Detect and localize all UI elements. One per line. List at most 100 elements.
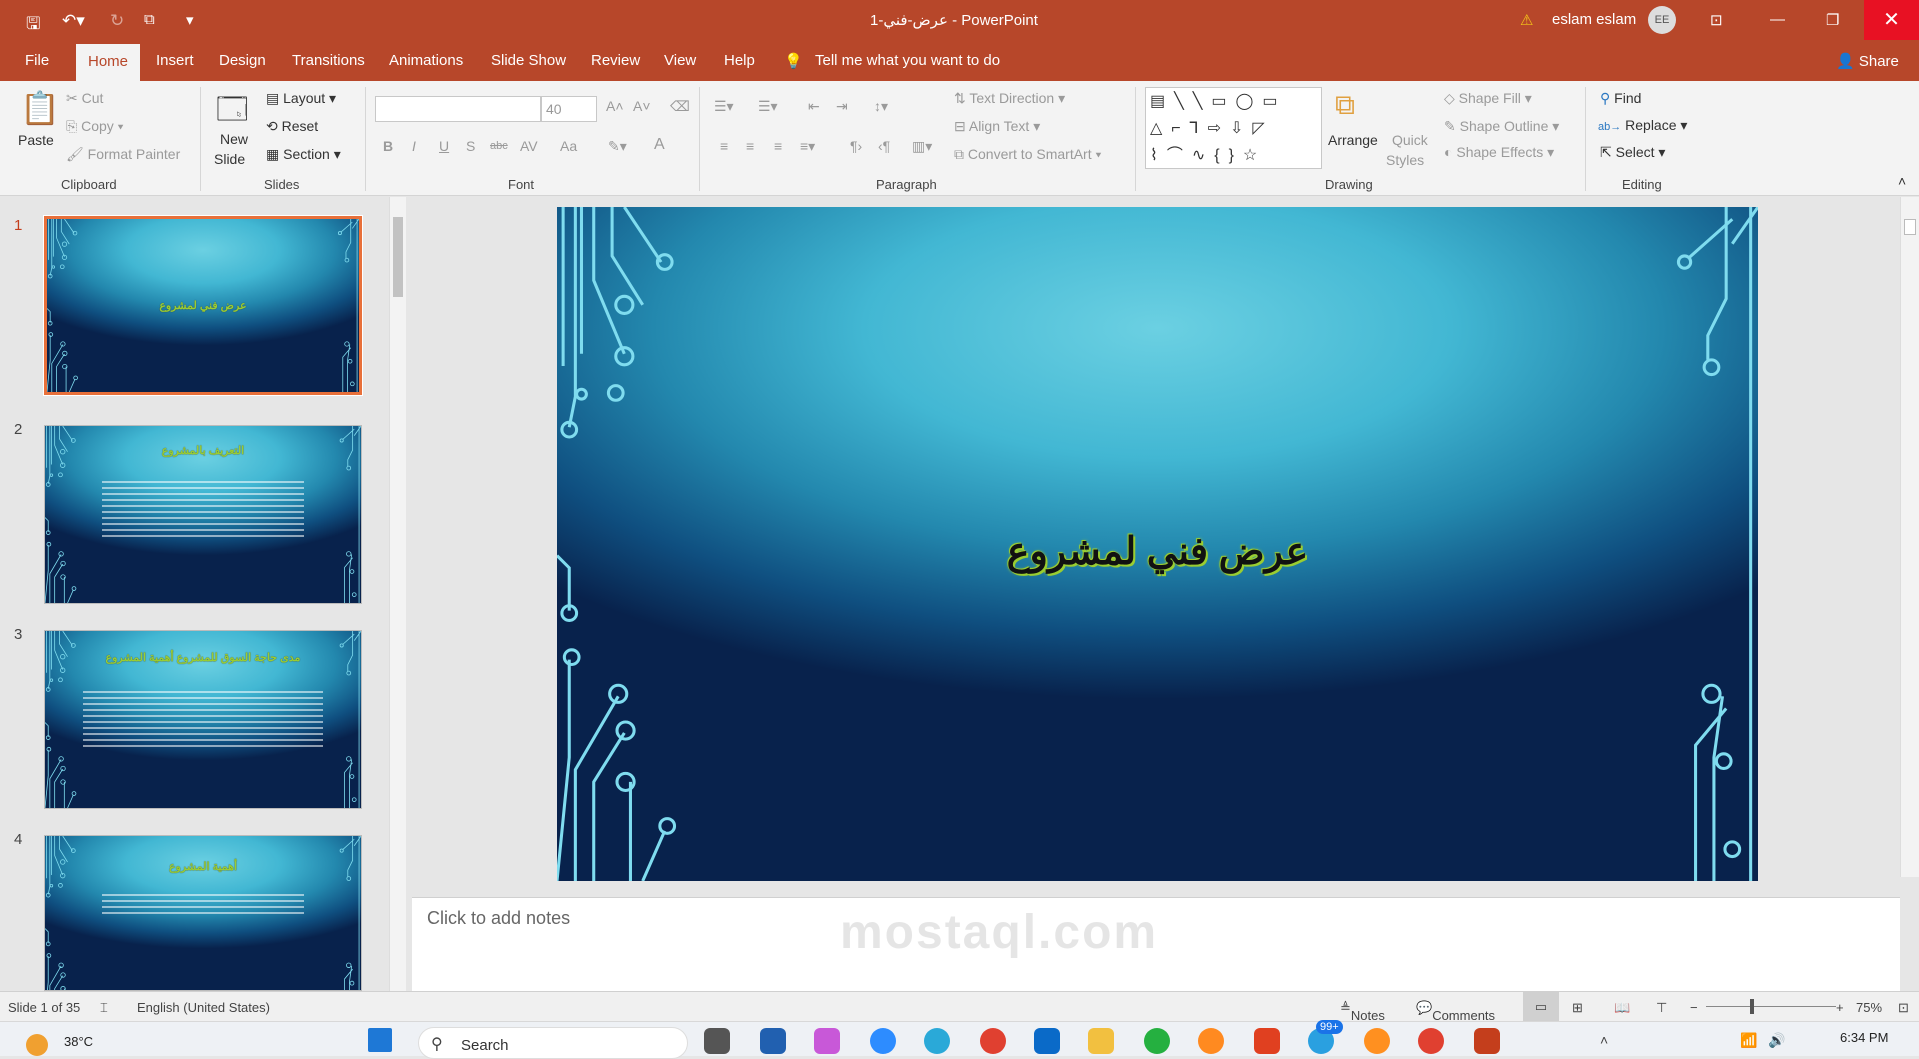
collapse-ribbon-icon[interactable]: ˄ <box>1898 173 1906 189</box>
weather-icon[interactable] <box>26 1034 48 1056</box>
tab-review[interactable]: Review <box>591 52 640 69</box>
fit-to-window-icon[interactable]: ⊡ <box>1898 1000 1909 1016</box>
notes-placeholder[interactable]: Click to add notes <box>427 908 570 929</box>
undo-icon[interactable]: ↶▾ <box>62 11 85 31</box>
replace-button[interactable]: ab→ Replace ▾ <box>1598 117 1687 134</box>
zoom-level[interactable]: 75% <box>1856 1000 1882 1015</box>
shape-outline-button[interactable]: ✎ Shape Outline ▾ <box>1444 118 1559 135</box>
columns-icon[interactable]: ▥▾ <box>912 138 932 155</box>
wifi-icon[interactable]: 📶 <box>1740 1032 1757 1049</box>
minimize-icon[interactable]: — <box>1770 11 1785 28</box>
convert-smartart-button[interactable]: ⧉ Convert to SmartArt ▾ <box>954 146 1101 163</box>
zoom-in-button[interactable]: + <box>1836 1000 1844 1015</box>
rtl-icon[interactable]: ‹¶ <box>878 138 890 154</box>
shapes-gallery[interactable]: ▤╲╲▭◯▭ △⌐⅂⇨⇩◸ ⌇⌒∿{}☆ <box>1145 87 1322 169</box>
section-button[interactable]: ▦ Section ▾ <box>266 146 341 163</box>
outlook-icon[interactable] <box>1034 1028 1060 1054</box>
character-spacing-button[interactable]: AV <box>520 138 538 154</box>
align-center-icon[interactable]: ≡ <box>746 138 754 154</box>
powerpoint-icon[interactable] <box>1474 1028 1500 1054</box>
start-from-beginning-icon[interactable]: ⧉ <box>144 11 155 28</box>
select-button[interactable]: ⇱ Select ▾ <box>1600 144 1665 161</box>
quick-styles-button[interactable]: Quick <box>1392 132 1428 148</box>
tab-slide-show[interactable]: Slide Show <box>491 52 566 69</box>
tab-view[interactable]: View <box>664 52 696 69</box>
font-size-input[interactable]: 40 <box>541 96 597 122</box>
find-button[interactable]: ⚲ Find <box>1600 90 1641 107</box>
tab-file[interactable]: File <box>25 52 49 69</box>
scrollbar-thumb[interactable] <box>1904 219 1916 235</box>
slide-title[interactable]: عرض فني لمشروع <box>557 529 1758 574</box>
share-button[interactable]: 👤 Share <box>1836 52 1899 70</box>
text-direction-button[interactable]: ⇅ Text Direction ▾ <box>954 90 1065 107</box>
tab-insert[interactable]: Insert <box>156 52 194 69</box>
tab-help[interactable]: Help <box>724 52 755 69</box>
shape-effects-button[interactable]: ◐ Shape Effects ▾ <box>1444 144 1554 161</box>
italic-button[interactable]: I <box>412 138 416 154</box>
avatar[interactable]: EE <box>1648 6 1676 34</box>
ltr-icon[interactable]: ¶› <box>850 138 862 154</box>
justify-icon[interactable]: ≡▾ <box>800 138 815 155</box>
cut-button[interactable]: ✂ Cut <box>66 90 103 107</box>
taskbar-search[interactable]: ⚲ Search <box>418 1027 688 1059</box>
decrease-font-icon[interactable]: A˅ <box>633 98 651 114</box>
store-icon[interactable] <box>760 1028 786 1054</box>
zoom-slider-thumb[interactable] <box>1750 999 1754 1014</box>
slide-thumbnail-3[interactable]: مدى حاجة السوق للمشروع أهمية المشروع <box>44 630 362 809</box>
user-name[interactable]: eslam eslam <box>1552 11 1636 28</box>
normal-view-button[interactable]: ▭ <box>1523 992 1559 1021</box>
arrange-button[interactable]: Arrange <box>1328 132 1378 148</box>
brave-icon[interactable] <box>1254 1028 1280 1054</box>
spell-check-icon[interactable]: ⌶ <box>100 1000 108 1016</box>
windows-start-icon[interactable] <box>368 1028 392 1052</box>
highlight-icon[interactable]: ✎▾ <box>608 138 627 155</box>
format-painter-button[interactable]: 🖌 Format Painter <box>66 146 180 163</box>
slide-scrollbar[interactable] <box>1900 197 1919 877</box>
show-hidden-icons[interactable]: ˄ <box>1600 1032 1608 1048</box>
firefox-icon[interactable] <box>1198 1028 1224 1054</box>
arrange-icon[interactable]: ⧉ <box>1335 89 1355 122</box>
align-text-button[interactable]: ⊟ Align Text ▾ <box>954 118 1040 135</box>
slide-sorter-button[interactable]: ⊞ <box>1572 1000 1583 1016</box>
bold-button[interactable]: B <box>383 138 393 154</box>
redo-icon[interactable]: ↻ <box>110 11 124 31</box>
numbering-icon[interactable]: ☰▾ <box>758 98 778 115</box>
font-color-button[interactable]: A <box>654 136 665 154</box>
save-icon[interactable]: 🖫 <box>26 11 40 40</box>
copilot-icon[interactable] <box>814 1028 840 1054</box>
align-left-icon[interactable]: ≡ <box>720 138 728 154</box>
volume-icon[interactable]: 🔊 <box>1768 1032 1785 1049</box>
reset-button[interactable]: ⟲ Reset <box>266 118 318 135</box>
tab-design[interactable]: Design <box>219 52 266 69</box>
tab-transitions[interactable]: Transitions <box>292 52 365 69</box>
align-right-icon[interactable]: ≡ <box>774 138 782 154</box>
file-explorer-icon[interactable] <box>1088 1028 1114 1054</box>
whatsapp-icon[interactable] <box>1144 1028 1170 1054</box>
slide-show-button[interactable]: ⊤ <box>1656 1000 1667 1016</box>
slide-thumbnail-4[interactable]: أهمية المشروع <box>44 835 362 991</box>
layout-button[interactable]: ▤ Layout ▾ <box>266 90 336 107</box>
tab-animations[interactable]: Animations <box>389 52 463 69</box>
weather-temp[interactable]: 38°C <box>64 1034 93 1049</box>
line-spacing-icon[interactable]: ↕▾ <box>874 98 888 115</box>
zoom-out-button[interactable]: − <box>1690 1000 1698 1015</box>
firefox-dev-icon[interactable] <box>1364 1028 1390 1054</box>
new-slide-dropdown[interactable]: Slide <box>214 151 245 167</box>
language[interactable]: English (United States) <box>137 1000 270 1015</box>
copy-button[interactable]: ⎘ Copy ▾ <box>66 118 124 135</box>
task-view-icon[interactable] <box>704 1028 730 1054</box>
chrome-icon[interactable] <box>980 1028 1006 1054</box>
quick-styles-dropdown[interactable]: Styles <box>1386 152 1424 168</box>
strikethrough-button[interactable]: abc <box>490 140 508 152</box>
slide-thumbnail-2[interactable]: التعريف بالمشروع <box>44 425 362 604</box>
decrease-indent-icon[interactable]: ⇤ <box>808 98 820 115</box>
paste-button[interactable]: Paste <box>18 132 54 148</box>
slide-thumbnail-1[interactable]: عرض فني لمشروع <box>43 215 363 396</box>
new-slide-button[interactable]: New <box>220 131 248 147</box>
thumbnails-scrollbar[interactable] <box>389 197 406 991</box>
paste-icon[interactable]: 📋 <box>20 89 60 127</box>
zoom-app-icon[interactable] <box>870 1028 896 1054</box>
underline-button[interactable]: U <box>439 138 449 154</box>
shadow-button[interactable]: S <box>466 138 475 154</box>
increase-indent-icon[interactable]: ⇥ <box>836 98 848 115</box>
